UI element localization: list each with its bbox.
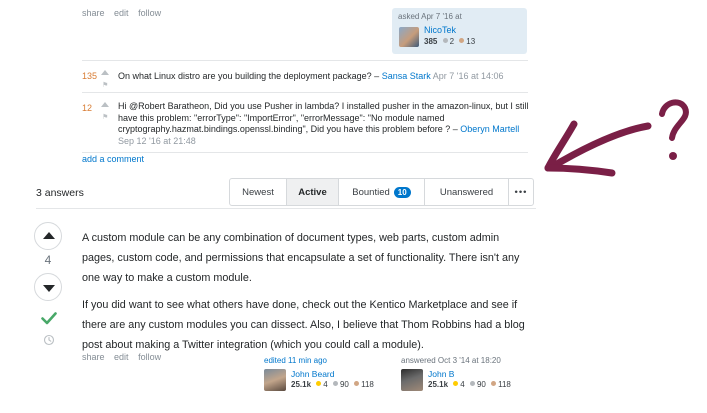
tab-unanswered[interactable]: Unanswered <box>425 179 509 205</box>
editor-user-card: edited 11 min ago John Beard 25.1k 4 90 … <box>264 356 384 396</box>
avatar[interactable] <box>401 369 423 391</box>
edited-timestamp-link[interactable]: edited 11 min ago <box>264 356 384 365</box>
silver-badge-count: 90 <box>476 380 486 389</box>
accepted-checkmark-icon <box>41 312 57 325</box>
bronze-badge-count: 118 <box>498 380 511 389</box>
bronze-badge-icon <box>459 38 465 43</box>
comment-body: Hi @Robert Baratheon, Did you use Pusher… <box>118 101 530 147</box>
answer-paragraph: A custom module can be any combination o… <box>82 232 520 284</box>
answers-header: 3 answers Newest Active Bountied 10 Unan… <box>0 178 536 208</box>
bronze-badge-icon <box>491 381 497 386</box>
add-comment-link[interactable]: add a comment <box>82 154 144 164</box>
user-name-link[interactable]: John Beard <box>291 369 334 379</box>
answer-sort-tabs: Newest Active Bountied 10 Unanswered ••• <box>229 178 534 206</box>
comment-score: 135 <box>82 71 98 81</box>
flag-icon[interactable]: ⚑ <box>102 114 108 121</box>
gold-badge-count: 4 <box>460 380 465 389</box>
silver-badge-icon <box>332 381 338 386</box>
answer-body: A custom module can be any combination o… <box>82 228 532 362</box>
comment-upvote-icon[interactable] <box>101 102 109 107</box>
tab-active[interactable]: Active <box>287 179 339 205</box>
reputation: 25.1k 4 90 118 <box>428 380 511 389</box>
question-actions: share edit follow <box>82 8 168 18</box>
reputation-score: 25.1k <box>428 380 449 389</box>
history-icon[interactable] <box>43 334 55 346</box>
hand-drawn-arrow-question-icon <box>544 99 689 177</box>
downvote-button[interactable] <box>34 273 62 301</box>
bronze-badge-count: 118 <box>361 380 374 389</box>
answer-actions: share edit follow <box>82 352 168 362</box>
reputation-score: 385 <box>424 37 438 46</box>
comment-date[interactable]: Apr 7 '16 at 14:06 <box>433 71 504 81</box>
follow-link[interactable]: follow <box>138 8 161 18</box>
asker-user-card: asked Apr 7 '16 at NicoTek 385 2 13 <box>392 8 527 54</box>
flag-icon[interactable]: ⚑ <box>102 82 108 89</box>
user-name-link[interactable]: NicoTek <box>424 25 456 35</box>
silver-badge-icon <box>442 38 448 43</box>
share-link[interactable]: share <box>82 8 105 18</box>
answer-paragraph: If you did want to see what others have … <box>82 299 525 351</box>
bounty-count-badge: 10 <box>393 186 411 198</box>
reputation-score: 25.1k <box>291 380 312 389</box>
bronze-badge-count: 13 <box>466 37 476 46</box>
comment-body: On what Linux distro are you building th… <box>118 71 528 83</box>
bronze-badge-icon <box>354 381 360 386</box>
upvote-button[interactable] <box>34 222 62 250</box>
comment: 12 ⚑ Hi @Robert Baratheon, Did you use P… <box>82 93 528 153</box>
asked-timestamp: asked Apr 7 '16 at <box>398 12 462 21</box>
divider <box>36 208 536 209</box>
edit-link[interactable]: edit <box>114 352 129 362</box>
silver-badge-icon <box>469 381 475 386</box>
tab-newest[interactable]: Newest <box>230 179 287 205</box>
comment: 135 ⚑ On what Linux distro are you build… <box>82 61 528 93</box>
edit-link[interactable]: edit <box>114 8 129 18</box>
user-name-link[interactable]: John B <box>428 369 454 379</box>
vote-count: 4 <box>44 253 52 267</box>
gold-badge-icon <box>316 381 322 386</box>
tab-bountied-label: Bountied <box>352 186 390 198</box>
silver-badge-count: 2 <box>449 37 455 46</box>
comment-list: 135 ⚑ On what Linux distro are you build… <box>82 60 528 153</box>
comment-upvote-icon[interactable] <box>101 70 109 75</box>
follow-link[interactable]: follow <box>138 352 161 362</box>
reputation: 25.1k 4 90 118 <box>291 380 374 389</box>
avatar[interactable] <box>399 27 419 47</box>
comment-score: 12 <box>82 103 93 113</box>
reputation: 385 2 13 <box>424 37 475 46</box>
comment-text: On what Linux distro are you building th… <box>118 71 380 81</box>
comment-date[interactable]: Sep 12 '16 at 21:48 <box>118 136 196 146</box>
comment-author-link[interactable]: Sansa Stark <box>382 71 431 81</box>
comment-author-link[interactable]: Oberyn Martell <box>460 124 519 134</box>
answers-count: 3 answers <box>36 187 84 199</box>
tab-bountied[interactable]: Bountied 10 <box>339 179 425 205</box>
avatar[interactable] <box>264 369 286 391</box>
share-link[interactable]: share <box>82 352 105 362</box>
silver-badge-count: 90 <box>339 380 349 389</box>
gold-badge-count: 4 <box>323 380 328 389</box>
answered-timestamp: answered Oct 3 '14 at 18:20 <box>401 356 501 365</box>
gold-badge-icon <box>453 381 459 386</box>
answerer-user-card: answered Oct 3 '14 at 18:20 John B 25.1k… <box>401 356 527 396</box>
